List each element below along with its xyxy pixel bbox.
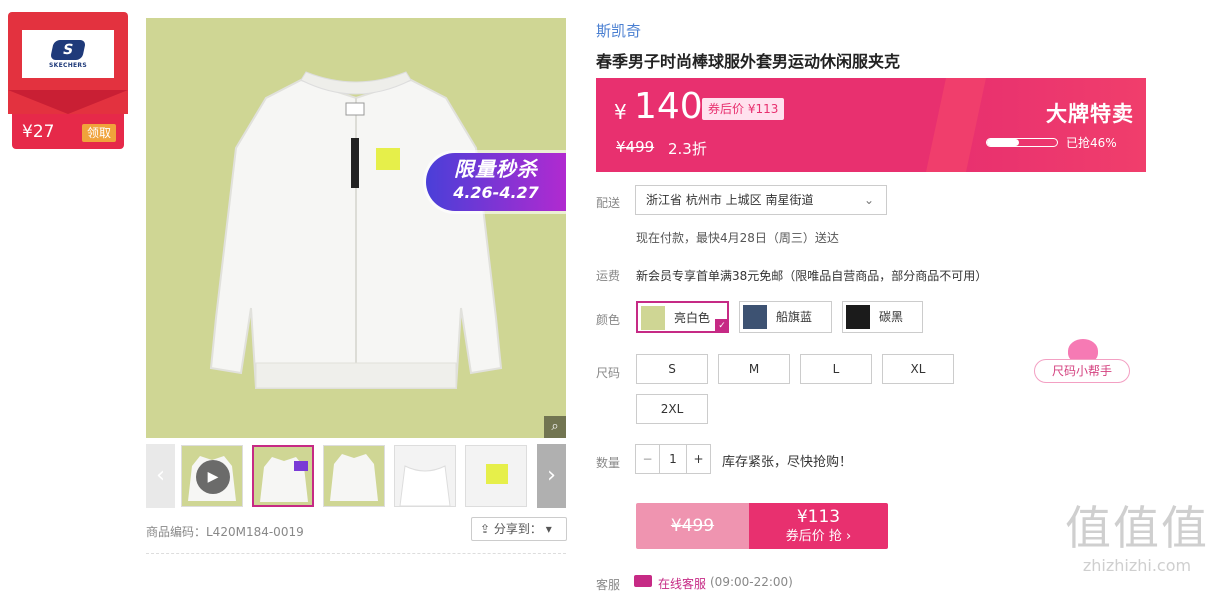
thumbnail-strip: ‹ ▶ › <box>146 444 566 510</box>
color-name: 船旗蓝 <box>776 310 813 324</box>
color-option-white[interactable]: 亮白色 ✓ <box>636 301 729 333</box>
size-option-xl[interactable]: XL <box>882 354 954 384</box>
thumbnail-item[interactable] <box>252 445 314 507</box>
brand-link[interactable]: 斯凯奇 <box>596 20 641 41</box>
online-service-link[interactable]: 在线客服 <box>658 575 706 592</box>
thumb-detail-image <box>399 465 451 506</box>
chevron-down-icon: ▾ <box>545 522 552 536</box>
flash-sale-badge: 限量秒杀 4.26-4.27 <box>426 153 566 211</box>
product-title: 春季男子时尚棒球服外套男运动休闲服夹克 <box>596 52 901 71</box>
color-name: 亮白色 <box>674 311 711 325</box>
delivery-note: 现在付款，最快4月28日（周三）送达 <box>636 231 839 245</box>
size-option-2xl[interactable]: 2XL <box>636 394 708 424</box>
promo-title: 大牌特卖 <box>1046 102 1134 126</box>
site-watermark: 值值值 zhizhizhi.com <box>1062 500 1212 585</box>
flash-sale-title: 限量秒杀 <box>454 157 538 181</box>
color-swatch <box>641 306 665 330</box>
watermark-url: zhizhizhi.com <box>1082 556 1192 575</box>
flash-sale-dates: 4.26-4.27 <box>453 183 539 202</box>
sku-code: 商品编码：L420M184-0019 <box>146 525 304 539</box>
thumb-prev-arrow-icon[interactable]: ‹ <box>146 444 175 508</box>
size-option-s[interactable]: S <box>636 354 708 384</box>
logo-text: SKECHERS <box>49 61 87 69</box>
quantity-stepper: − 1 + <box>635 444 711 474</box>
jacket-image <box>209 71 503 389</box>
quantity-plus-button[interactable]: + <box>686 445 710 473</box>
color-swatch <box>743 305 767 329</box>
current-price: 140 <box>634 86 703 127</box>
sold-percent: 已抢46% <box>1066 136 1117 150</box>
thumbnail-item[interactable] <box>323 445 385 507</box>
price-panel: ¥ 140 券后价 ¥113 ¥499 2.3折 大牌特卖 已抢46% <box>596 78 1146 172</box>
size-option-m[interactable]: M <box>718 354 790 384</box>
brand-logo: S SKECHERS <box>22 30 114 78</box>
size-helper-label: 尺码小帮手 <box>1034 359 1130 383</box>
size-label: 尺码 <box>596 366 621 380</box>
check-icon: ✓ <box>715 319 729 333</box>
sold-progress-bar <box>986 138 1058 147</box>
magnifier-icon[interactable]: ⌕ <box>544 416 566 438</box>
thumb-next-arrow-icon[interactable]: › <box>537 444 566 508</box>
buy-button[interactable]: ¥499 ¥113 券后价 抢 › <box>636 503 888 549</box>
thumb-jacket-image <box>330 454 378 501</box>
original-price: ¥499 <box>616 138 655 156</box>
coupon-amount: ¥27 <box>22 122 55 142</box>
size-option-l[interactable]: L <box>800 354 872 384</box>
address-selector[interactable]: 浙江省 杭州市 上城区 南星街道 ⌄ <box>635 185 887 215</box>
buy-after-coupon: ¥113 券后价 抢 › <box>749 503 888 549</box>
currency-symbol: ¥ <box>614 100 627 124</box>
discount-rate: 2.3折 <box>668 140 707 158</box>
share-icon: ⇪ <box>480 522 491 536</box>
play-icon[interactable]: ▶ <box>196 460 230 494</box>
buy-after-label: 券后价 抢 › <box>785 529 852 544</box>
quantity-value[interactable]: 1 <box>660 445 686 473</box>
address-value: 浙江省 杭州市 上城区 南星街道 <box>646 193 814 207</box>
coupon-fold <box>8 90 128 114</box>
share-label: 分享到： <box>493 522 542 536</box>
buy-after-price: ¥113 <box>796 507 841 527</box>
thumbnail-item[interactable] <box>394 445 456 507</box>
product-main-image[interactable]: 限量秒杀 4.26-4.27 ⌕ <box>146 18 566 438</box>
quantity-label: 数量 <box>596 456 621 470</box>
brand-coupon-card[interactable]: S SKECHERS ¥27 领取 <box>8 12 128 149</box>
stock-note: 库存紧张，尽快抢购！ <box>722 455 853 470</box>
thumbnail-video[interactable]: ▶ <box>181 445 243 507</box>
shipping-text: 新会员专享首单满38元免邮（限唯品自营商品，部分商品不可用） <box>636 269 988 283</box>
color-option-black[interactable]: 碳黑 <box>842 301 923 333</box>
divider <box>146 553 566 554</box>
quantity-minus-button[interactable]: − <box>636 445 660 473</box>
color-option-navy[interactable]: 船旗蓝 <box>739 301 832 333</box>
coupon-header: S SKECHERS <box>8 12 128 114</box>
sold-progress-fill <box>987 139 1020 146</box>
watermark-logo: 值值值 <box>1065 501 1209 555</box>
buy-original-price: ¥499 <box>636 503 749 549</box>
logo-mark: S <box>49 39 87 60</box>
coupon-claim-button[interactable]: 领取 <box>82 124 116 142</box>
thumb-patch-image <box>486 464 508 484</box>
thumb-jacket-image <box>260 457 308 502</box>
coupon-footer: ¥27 领取 <box>12 114 124 149</box>
color-name: 碳黑 <box>879 310 904 324</box>
delivery-label: 配送 <box>596 196 621 210</box>
color-label: 颜色 <box>596 313 621 327</box>
after-coupon-tag: 券后价 ¥113 <box>702 98 785 120</box>
chat-icon <box>634 575 652 587</box>
service-hours: (09:00-22:00) <box>710 575 793 589</box>
share-button[interactable]: ⇪ 分享到： ▾ <box>471 517 567 541</box>
size-helper-button[interactable]: 尺码小帮手 <box>1034 339 1132 385</box>
thumbnail-item[interactable] <box>465 445 527 507</box>
chevron-down-icon: ⌄ <box>863 193 874 207</box>
color-swatch <box>846 305 870 329</box>
shipping-label: 运费 <box>596 269 621 283</box>
